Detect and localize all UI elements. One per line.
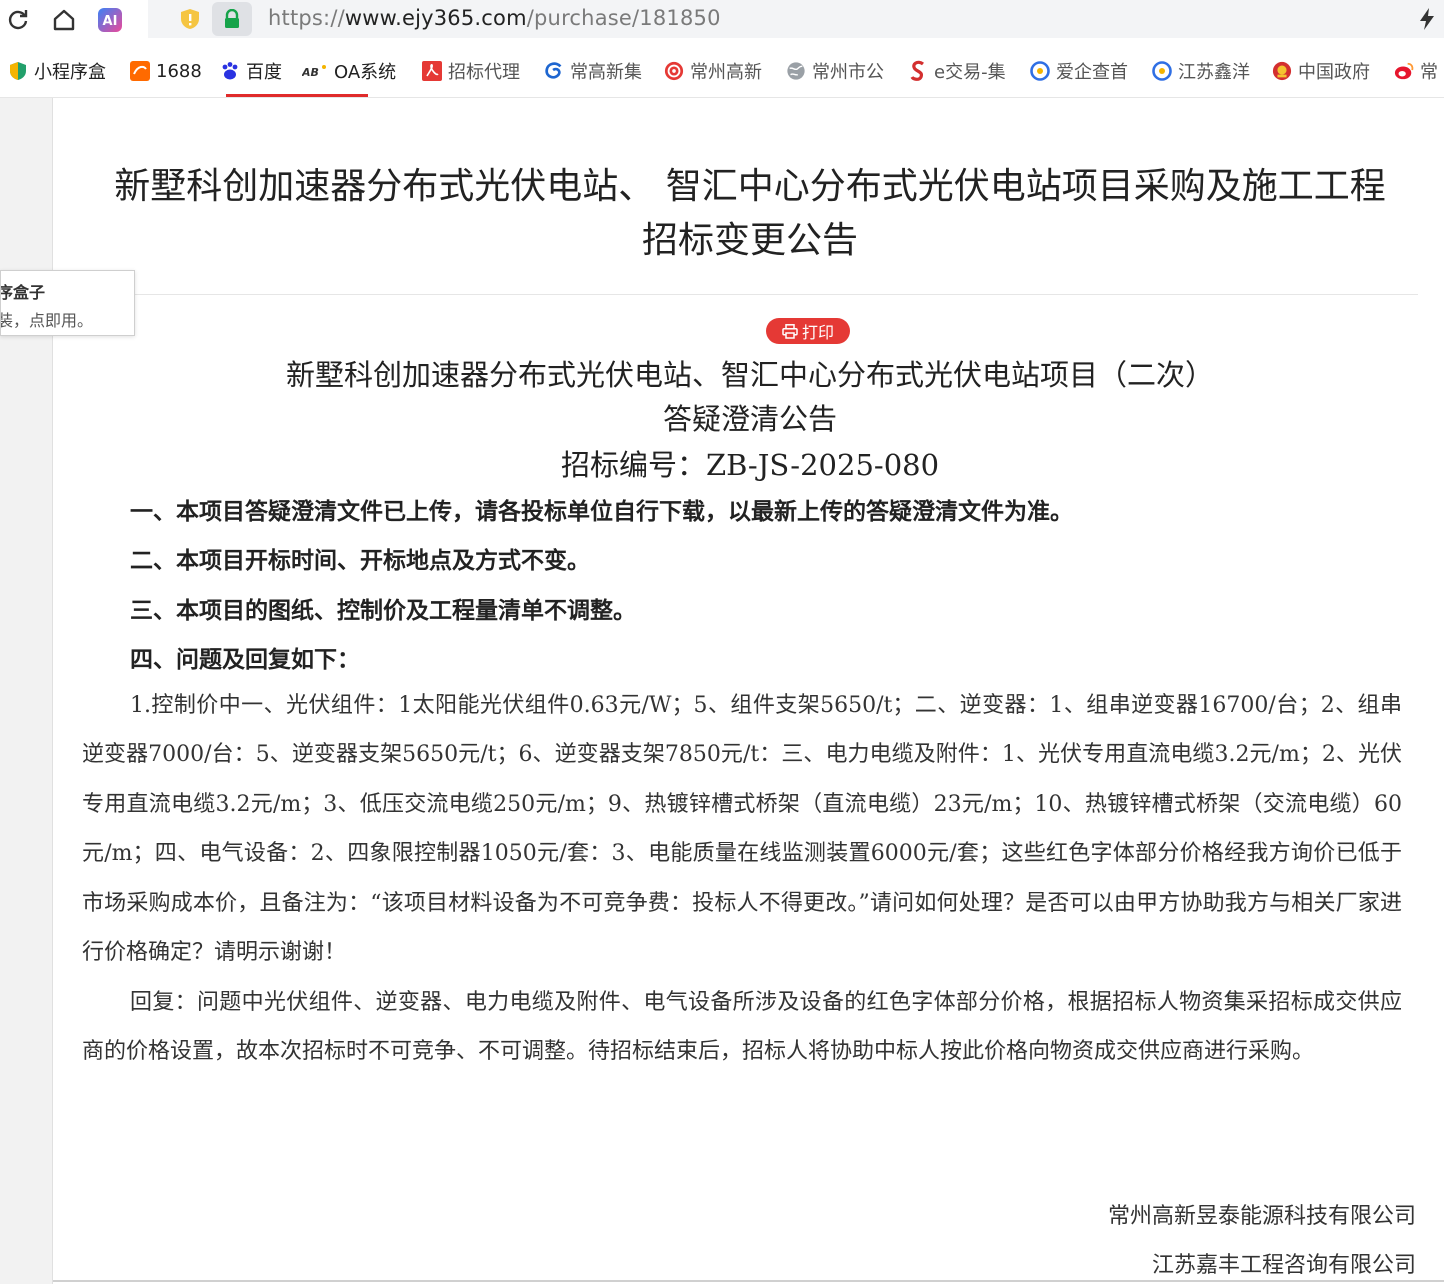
print-button[interactable]: 打印 [766, 318, 850, 344]
search-e-icon [1030, 61, 1050, 81]
baidu-paw-icon [220, 61, 240, 81]
mini-program-popup[interactable]: 序盒子 装，点即用。 [0, 270, 135, 336]
ai-assistant-icon[interactable]: AI [96, 6, 124, 34]
bookmark-8[interactable]: 常州市公 [786, 58, 890, 84]
page-title-line-2: 招标变更公告 [641, 220, 858, 261]
bookmark-1[interactable]: 小程序盒 [8, 58, 112, 84]
pdf-icon [422, 61, 442, 81]
point-2: 二、本项目开标时间、开标地点及方式不变。 [130, 547, 590, 574]
home-icon[interactable] [50, 6, 78, 34]
swirl-icon [544, 61, 564, 81]
red-s-icon [908, 60, 928, 81]
red-seal-icon [664, 61, 684, 81]
bookmark-4[interactable]: AB OA系统 [302, 58, 398, 84]
site-lock-button[interactable] [212, 2, 252, 36]
url-host: www.ejy365.com [344, 6, 527, 30]
svg-text:AI: AI [103, 14, 118, 29]
bookmark-7[interactable]: 常州高新 [664, 58, 768, 84]
bookmark-10[interactable]: 爱企查首 [1030, 58, 1134, 84]
document-title-line-2: 答疑澄清公告 [662, 402, 837, 436]
signature-company-1: 常州高新昱泰能源科技有限公司 [1107, 1204, 1416, 1229]
page-bottom-border [53, 1280, 1444, 1282]
popup-description: 装，点即用。 [0, 311, 94, 330]
browser-toolbar: AI https://www.ejy365.com/purchase/18185… [0, 0, 1444, 40]
bookmark-3[interactable]: 百度 [220, 58, 292, 84]
weibo-icon [1394, 61, 1414, 81]
lock-icon [225, 9, 239, 28]
point-3: 三、本项目的图纸、控制价及工程量清单不调整。 [130, 597, 636, 624]
lightning-icon[interactable] [1414, 6, 1440, 32]
document-title-line-1: 新墅科创加速器分布式光伏电站、智汇中心分布式光伏电站项目（二次） [285, 358, 1214, 392]
bookmark-11[interactable]: 江苏鑫洋 [1152, 58, 1256, 84]
chrome-divider [0, 97, 1444, 98]
point-4-heading: 四、问题及回复如下： [130, 646, 360, 673]
shield-leaf-icon [8, 61, 28, 81]
url-text[interactable]: https://www.ejy365.com/purchase/181850 [268, 6, 721, 30]
svg-text:AB: AB [302, 66, 319, 79]
page-title-line-1: 新墅科创加速器分布式光伏电站、 智汇中心分布式光伏电站项目采购及施工工程 [114, 166, 1386, 207]
popup-title: 序盒子 [0, 283, 46, 302]
security-shield-icon[interactable] [178, 8, 202, 30]
signature-company-2: 江苏嘉丰工程咨询有限公司 [1151, 1253, 1416, 1278]
printer-icon [782, 323, 798, 339]
url-scheme: https:// [268, 6, 345, 30]
answer-paragraph: 回复：问题中光伏组件、逆变器、电力电缆及附件、电气设备所涉及设备的红色字体部分价… [82, 990, 1402, 1065]
bookmark-12[interactable]: 中国政府 [1272, 58, 1376, 84]
reload-icon[interactable] [4, 6, 32, 34]
question-paragraph: 1.控制价中一、光伏组件：1太阳能光伏组件0.63元/W；5、组件支架5650/… [82, 693, 1402, 966]
bookmark-9[interactable]: e交易-集 [908, 58, 1012, 84]
url-path: /purchase/181850 [526, 6, 721, 30]
page-title: 新墅科创加速器分布式光伏电站、 智汇中心分布式光伏电站项目采购及施工工程 招标变… [80, 160, 1420, 268]
oa-logo-icon: AB [302, 61, 328, 81]
bookmark-13[interactable]: 常 [1394, 58, 1444, 84]
bookmarks-bar: 小程序盒 1688 百度 AB OA系统 招标代理 常高新集 常州高新 常州市公… [0, 48, 1444, 94]
1688-logo-icon [130, 61, 150, 81]
search-e-icon [1152, 61, 1172, 81]
tender-number: 招标编号：ZB-JS-2025-080 [560, 448, 940, 482]
bookmark-2[interactable]: 1688 [130, 58, 210, 84]
national-emblem-icon [1272, 61, 1292, 81]
title-divider [130, 294, 1418, 295]
print-button-label: 打印 [801, 323, 834, 342]
bookmark-5[interactable]: 招标代理 [422, 58, 526, 84]
bookmark-6[interactable]: 常高新集 [544, 58, 648, 84]
globe-icon [786, 61, 806, 81]
point-1: 一、本项目答疑澄清文件已上传，请各投标单位自行下载，以最新上传的答疑澄清文件为准… [130, 498, 1073, 525]
